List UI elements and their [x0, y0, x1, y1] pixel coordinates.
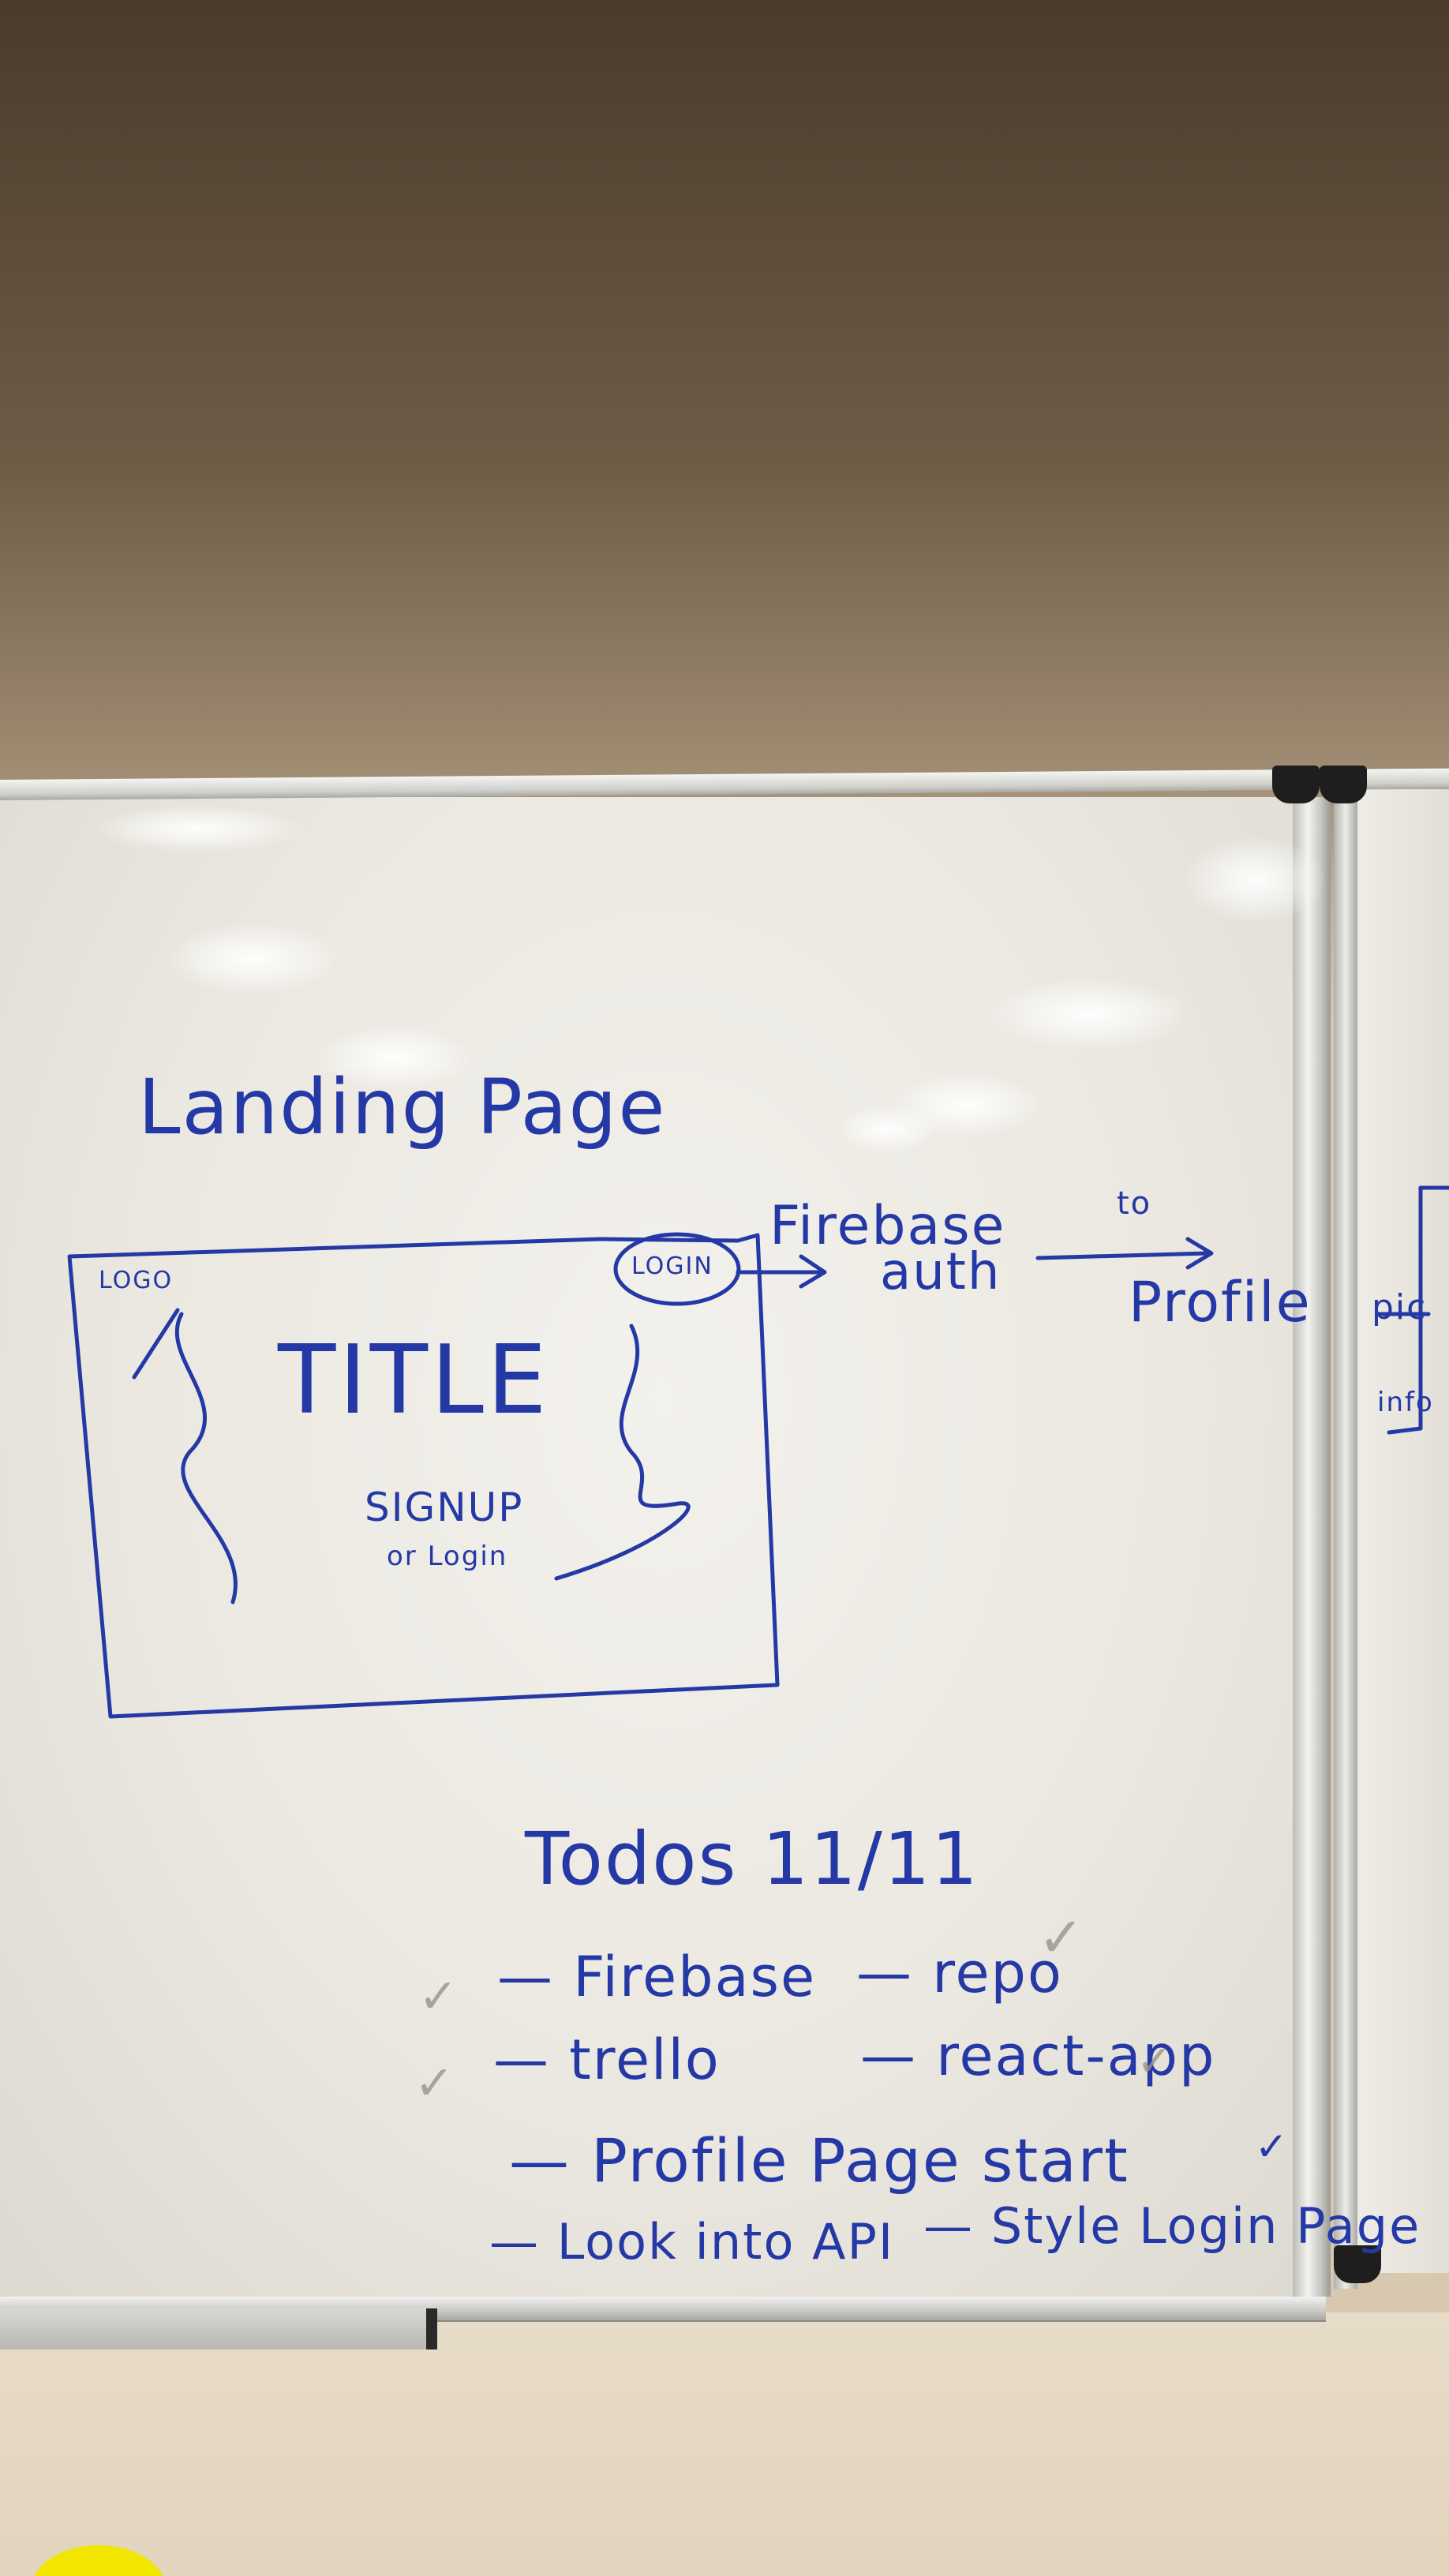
todo-check: ✓ [1136, 2036, 1173, 2086]
wireframe-title: TITLE [278, 1326, 550, 1436]
todo-item: — trello [493, 2027, 721, 2092]
flow-to: to [1117, 1185, 1152, 1222]
side-board-info: info [1377, 1387, 1434, 1418]
todo-check: ✓ [418, 1969, 459, 2024]
wall-lower [0, 2312, 1449, 2576]
photo-scene: Landing Page LOGO LOGIN TITLE SIGNUP or … [0, 0, 1449, 2576]
todo-item: — Style Login Page [923, 2197, 1421, 2255]
side-board-pic: pic [1372, 1287, 1428, 1327]
adjacent-whiteboard [1357, 789, 1449, 2273]
frame-corner-cap [1320, 766, 1367, 803]
wireframe-logo: LOGO [99, 1267, 174, 1294]
todo-item: — Firebase [497, 1945, 817, 2009]
wireframe-signup: SIGNUP [365, 1485, 524, 1530]
light-reflection [837, 1105, 939, 1152]
wireframe-or-login: or Login [387, 1541, 508, 1572]
todo-check: ✓ [414, 2056, 455, 2111]
todo-check: ✓ [1038, 1905, 1084, 1970]
frame-corner-cap [1272, 766, 1320, 803]
todos-title: Todos 11/11 [525, 1817, 979, 1901]
whiteboard-top-frame [0, 768, 1449, 800]
light-reflection [95, 805, 300, 852]
adjacent-board-frame [1334, 789, 1357, 2289]
whiteboard-right-frame [1293, 797, 1331, 2297]
heading-landing-page: Landing Page [138, 1063, 667, 1151]
flow-profile: Profile [1129, 1270, 1312, 1335]
light-reflection [987, 979, 1192, 1050]
todo-item: — Look into API [489, 2213, 895, 2271]
todo-item: — Profile Page start [509, 2125, 1129, 2196]
todo-item: — repo [856, 1941, 1063, 2005]
marker-tray-end [0, 2308, 437, 2349]
wireframe-login-button: LOGIN [631, 1252, 713, 1280]
light-reflection [166, 923, 339, 994]
flow-auth: auth [880, 1243, 1002, 1301]
light-reflection [1184, 837, 1326, 923]
todo-check: ✓ [1255, 2124, 1288, 2170]
